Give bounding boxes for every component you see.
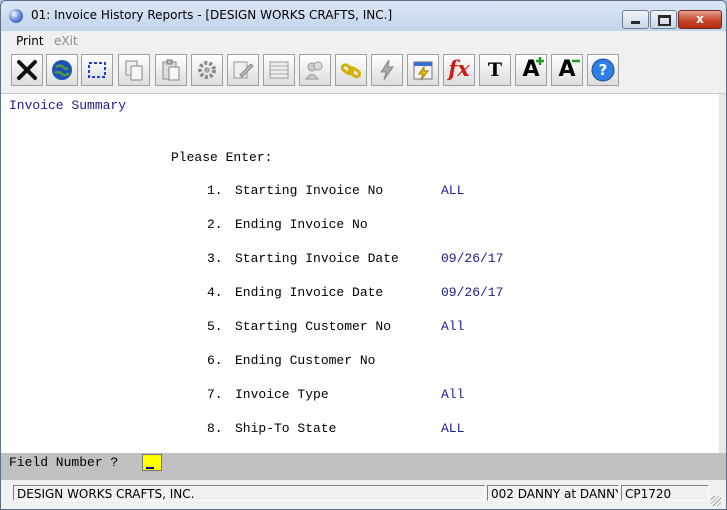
- edit-button[interactable]: [227, 54, 259, 86]
- font-button[interactable]: T: [479, 54, 511, 86]
- cancel-icon: [17, 60, 37, 80]
- edit-icon: [233, 61, 254, 79]
- field-value[interactable]: 09/26/17: [441, 251, 503, 266]
- formula-icon: fx: [448, 56, 470, 81]
- calendar-icon: [413, 61, 433, 81]
- field-number: 4.: [207, 285, 223, 300]
- field-number: 8.: [207, 421, 223, 436]
- field-label: Invoice Type: [235, 387, 329, 402]
- users-button[interactable]: [299, 54, 331, 86]
- maximize-icon: [658, 15, 671, 26]
- field-number: 1.: [207, 183, 223, 198]
- please-enter-prompt: Please Enter:: [171, 150, 273, 165]
- field-value[interactable]: 09/26/17: [441, 285, 503, 300]
- field-number: 3.: [207, 251, 223, 266]
- status-code: CP1720: [621, 485, 709, 501]
- menu-bar: Print eXit: [1, 31, 726, 50]
- toolbar: fx T A A ?: [1, 50, 726, 94]
- field-number: 5.: [207, 319, 223, 334]
- minimize-icon: [631, 21, 640, 24]
- minimize-button[interactable]: [622, 10, 649, 29]
- settings-icon: [198, 61, 216, 79]
- lightning-icon: [380, 59, 394, 81]
- field-number: 6.: [207, 353, 223, 368]
- field-number: 2.: [207, 217, 223, 232]
- text-cursor: [146, 467, 154, 469]
- help-icon: ?: [591, 58, 615, 82]
- plus-icon: [536, 57, 544, 65]
- calendar-button[interactable]: [407, 54, 439, 86]
- field-value[interactable]: All: [441, 387, 464, 402]
- paste-button[interactable]: [155, 54, 187, 86]
- field-value[interactable]: All: [441, 319, 464, 334]
- field-label: Starting Customer No: [235, 319, 392, 334]
- select-button[interactable]: [81, 54, 113, 86]
- copy-icon: [125, 60, 143, 81]
- field-number-input[interactable]: [142, 454, 162, 471]
- window-title: 01: Invoice History Reports - [DESIGN WO…: [31, 8, 393, 22]
- svg-text:?: ?: [599, 61, 608, 79]
- cancel-button[interactable]: [11, 54, 43, 86]
- resize-grip-icon[interactable]: [711, 496, 721, 506]
- list-button[interactable]: [263, 54, 295, 86]
- app-globe-icon: [9, 9, 23, 23]
- field-label: Ending Invoice Date: [235, 285, 384, 300]
- list-icon: [269, 61, 289, 79]
- users-icon: [305, 61, 323, 80]
- help-button[interactable]: ?: [587, 54, 619, 86]
- link-button[interactable]: [335, 54, 367, 86]
- field-number-bar: Field Number ?: [1, 453, 726, 480]
- app-window: 01: Invoice History Reports - [DESIGN WO…: [0, 0, 727, 510]
- field-label: Ending Customer No: [235, 353, 376, 368]
- font-icon: T: [487, 59, 503, 81]
- copy-button[interactable]: [118, 54, 150, 86]
- settings-button[interactable]: [191, 54, 223, 86]
- close-icon: x: [696, 12, 704, 26]
- globe-button[interactable]: [46, 54, 78, 86]
- field-number: 7.: [207, 387, 223, 402]
- field-number-label: Field Number ?: [9, 455, 119, 470]
- screen-heading: Invoice Summary: [9, 98, 127, 113]
- field-label: Ship-To State: [235, 421, 337, 436]
- field-label: Starting Invoice Date: [235, 251, 399, 266]
- minus-icon: [572, 59, 580, 63]
- close-button[interactable]: x: [678, 10, 722, 29]
- font-decrease-button[interactable]: A: [551, 54, 583, 86]
- field-value[interactable]: ALL: [441, 421, 464, 436]
- title-bar[interactable]: 01: Invoice History Reports - [DESIGN WO…: [1, 1, 726, 31]
- menu-item-print[interactable]: Print: [16, 34, 44, 48]
- field-value[interactable]: ALL: [441, 183, 464, 198]
- link-icon: [340, 63, 361, 79]
- status-bar: DESIGN WORKS CRAFTS, INC. 002 DANNY at D…: [1, 480, 726, 509]
- maximize-button[interactable]: [650, 10, 677, 29]
- field-label: Starting Invoice No: [235, 183, 384, 198]
- field-label: Ending Invoice No: [235, 217, 368, 232]
- formula-button[interactable]: fx: [443, 54, 475, 86]
- status-company: DESIGN WORKS CRAFTS, INC.: [13, 485, 485, 501]
- paste-icon: [162, 59, 180, 81]
- select-icon: [88, 62, 106, 78]
- lightning-button[interactable]: [371, 54, 403, 86]
- vertical-scrollbar[interactable]: [719, 94, 726, 453]
- globe-icon: [52, 60, 72, 80]
- font-increase-button[interactable]: A: [515, 54, 547, 86]
- status-user: 002 DANNY at DANNY: [487, 485, 619, 501]
- menu-item-exit[interactable]: eXit: [54, 34, 78, 48]
- terminal-screen[interactable]: Invoice Summary Please Enter: 1. Startin…: [1, 94, 719, 453]
